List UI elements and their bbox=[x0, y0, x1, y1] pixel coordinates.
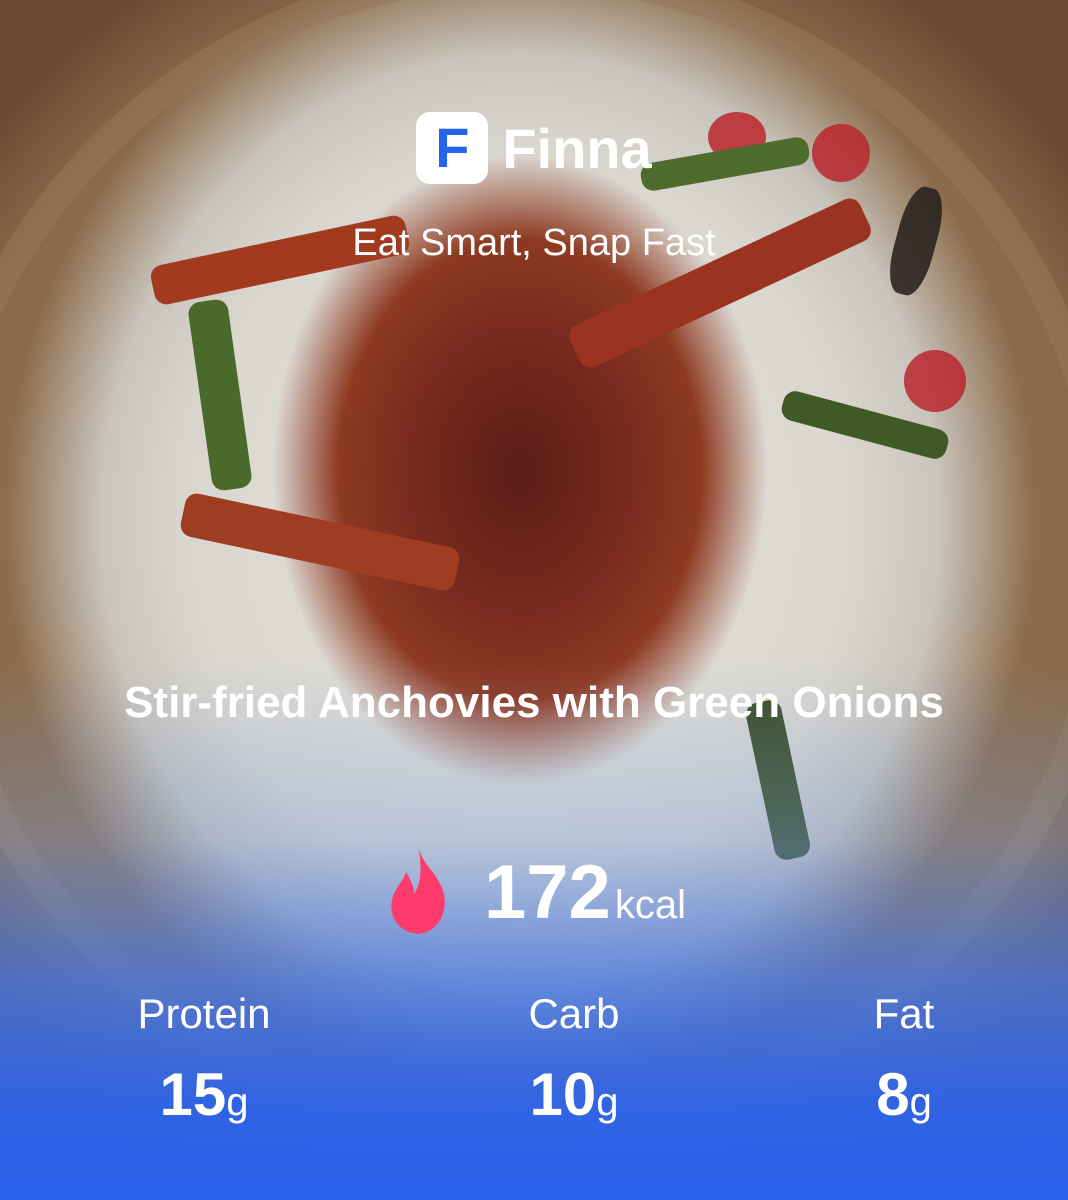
meal-share-card: F Finna Eat Smart, Snap Fast Stir-fried … bbox=[0, 0, 1068, 1200]
brand-header: F Finna bbox=[0, 112, 1068, 184]
app-logo-icon: F bbox=[416, 112, 489, 184]
app-tagline: Eat Smart, Snap Fast bbox=[352, 222, 716, 264]
macro-protein-label: Protein bbox=[137, 990, 271, 1037]
macro-fat-value: 8g bbox=[774, 1060, 1034, 1137]
macro-carb-unit: g bbox=[596, 1080, 619, 1124]
macro-carb-label: Carb bbox=[528, 990, 620, 1037]
macro-protein-unit: g bbox=[226, 1080, 249, 1124]
macro-carb-value: 10g bbox=[444, 1060, 704, 1137]
calorie-value-group: 172 kcal bbox=[484, 848, 686, 938]
macro-fat-label: Fat bbox=[873, 990, 935, 1037]
macro-carb: Carb 10g bbox=[444, 988, 704, 1137]
macro-carb-number: 10 bbox=[529, 1061, 597, 1128]
card-content: F Finna Eat Smart, Snap Fast Stir-fried … bbox=[0, 0, 1068, 1200]
macro-fat: Fat 8g bbox=[774, 988, 1034, 1137]
app-logo-letter: F bbox=[435, 116, 470, 179]
fire-icon bbox=[391, 846, 445, 934]
calorie-unit: kcal bbox=[614, 883, 686, 927]
macro-fat-number: 8 bbox=[876, 1061, 910, 1128]
calorie-summary: 172 kcal bbox=[0, 842, 1068, 938]
app-name: Finna bbox=[502, 116, 652, 180]
calorie-value: 172 bbox=[484, 850, 611, 935]
macro-fat-unit: g bbox=[909, 1080, 932, 1124]
dish-name: Stir-fried Anchovies with Green Onions bbox=[124, 678, 944, 727]
macro-protein-value: 15g bbox=[74, 1060, 334, 1137]
macro-protein-number: 15 bbox=[159, 1061, 227, 1128]
macro-protein: Protein 15g bbox=[74, 988, 334, 1137]
